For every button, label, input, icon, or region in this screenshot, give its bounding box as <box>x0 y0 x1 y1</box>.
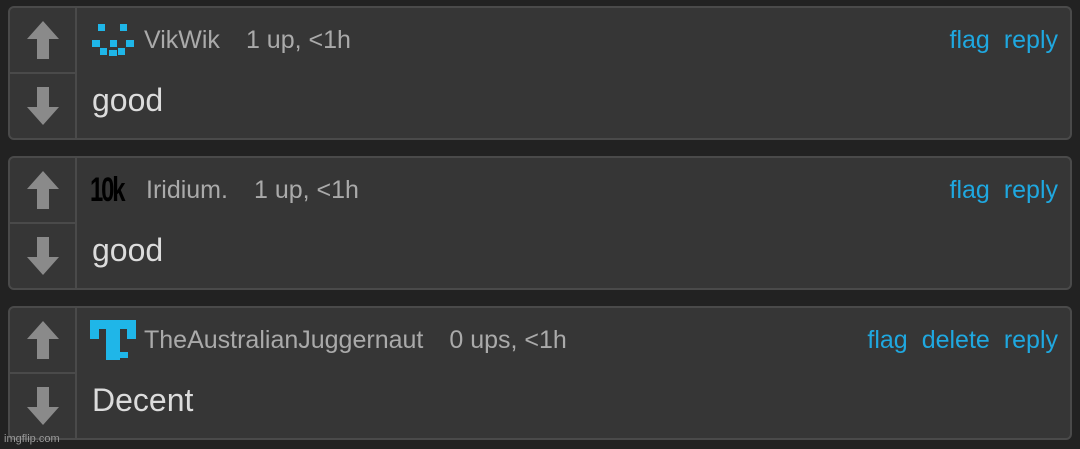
avatar[interactable]: 10k <box>90 172 144 208</box>
pixel-t-icon <box>90 320 136 360</box>
vote-column <box>10 8 77 138</box>
flag-link[interactable]: flag <box>950 26 990 55</box>
username-link[interactable]: TheAustralianJuggernaut <box>144 326 423 355</box>
pixel-face-icon <box>92 24 134 56</box>
flag-link[interactable]: flag <box>867 326 907 355</box>
comment-body: good <box>92 82 164 118</box>
arrow-down-icon <box>26 387 59 425</box>
comment-body: good <box>92 232 164 268</box>
comment-actions: flag reply <box>950 176 1059 205</box>
comment-actions: flag reply <box>950 26 1059 55</box>
username-link[interactable]: Iridium. <box>146 176 228 205</box>
delete-link[interactable]: delete <box>922 326 990 355</box>
downvote-button[interactable] <box>10 374 75 438</box>
vote-count-age: 0 ups, <1h <box>449 325 567 354</box>
comment-card: TheAustralianJuggernaut 0 ups, <1h flag … <box>8 306 1072 440</box>
comment-card: VikWik 1 up, <1h flag reply good <box>8 6 1072 140</box>
upvote-button[interactable] <box>10 158 75 224</box>
vote-column <box>10 158 77 288</box>
vote-column <box>10 308 77 438</box>
downvote-button[interactable] <box>10 74 75 138</box>
flag-link[interactable]: flag <box>950 176 990 205</box>
comment-body: Decent <box>92 382 194 418</box>
comment-card: 10k Iridium. 1 up, <1h flag reply good <box>8 156 1072 290</box>
arrow-down-icon <box>26 237 59 275</box>
reply-link[interactable]: reply <box>1004 176 1058 205</box>
downvote-button[interactable] <box>10 224 75 288</box>
watermark: imgflip.com <box>4 433 60 445</box>
comment-header: 10k Iridium. 1 up, <1h flag reply <box>90 172 1058 208</box>
arrow-down-icon <box>26 87 59 125</box>
reply-link[interactable]: reply <box>1004 326 1058 355</box>
arrow-up-icon <box>26 21 59 59</box>
comment-header: TheAustralianJuggernaut 0 ups, <1h flag … <box>90 320 1058 360</box>
username-link[interactable]: VikWik <box>144 26 220 55</box>
upvote-button[interactable] <box>10 308 75 374</box>
upvote-button[interactable] <box>10 8 75 74</box>
10k-badge-icon: 10k <box>90 171 126 209</box>
reply-link[interactable]: reply <box>1004 26 1058 55</box>
comment-actions: flag delete reply <box>867 326 1058 355</box>
arrow-up-icon <box>26 321 59 359</box>
comment-header: VikWik 1 up, <1h flag reply <box>90 22 1058 58</box>
avatar[interactable] <box>90 320 138 360</box>
vote-count-age: 1 up, <1h <box>253 175 359 204</box>
avatar[interactable] <box>90 22 138 58</box>
arrow-up-icon <box>26 171 59 209</box>
vote-count-age: 1 up, <1h <box>245 25 351 54</box>
